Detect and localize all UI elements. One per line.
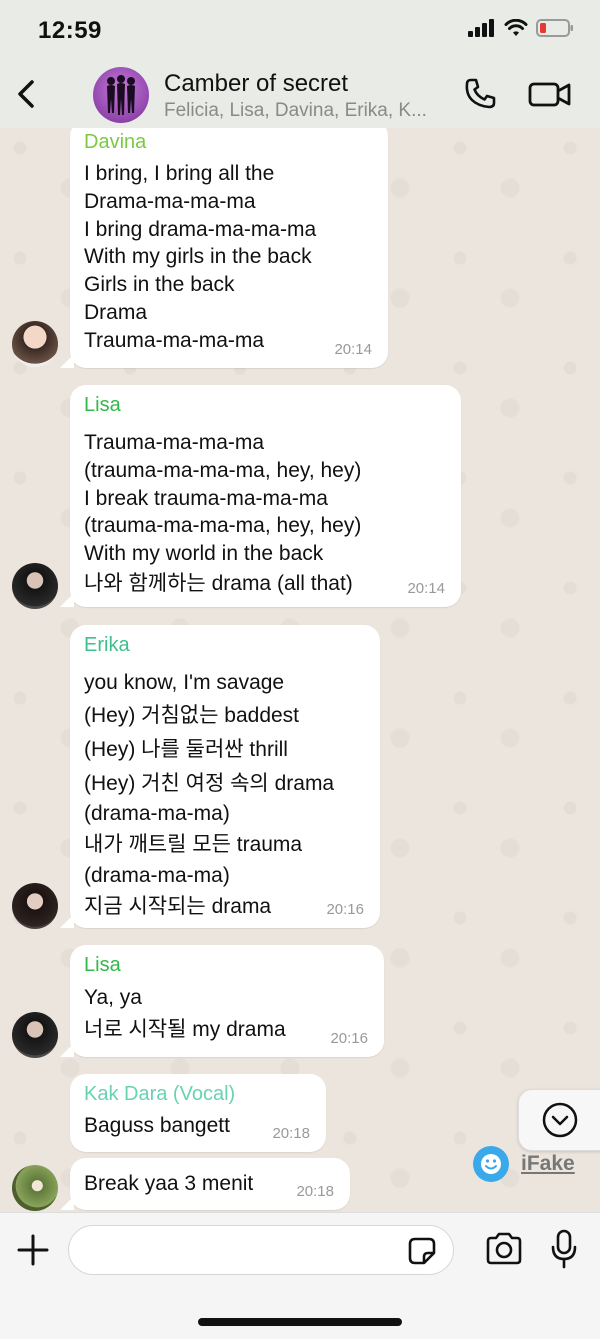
message-line: (drama-ma-ma): [84, 802, 230, 825]
message-time: 20:16: [326, 901, 364, 918]
message-line: With my girls in the back: [84, 245, 312, 269]
bubble-tail: [60, 914, 74, 928]
message-time: 20:18: [272, 1125, 310, 1142]
message-bubble[interactable]: Lisa Ya, ya 너로 시작될 my drama 20:16: [60, 945, 384, 1057]
message-time: 20:14: [407, 580, 445, 597]
sticker-icon[interactable]: [406, 1235, 438, 1267]
message-time: 20:14: [334, 341, 372, 358]
video-call-icon[interactable]: [528, 76, 572, 112]
phone-icon[interactable]: [462, 76, 498, 112]
microphone-icon[interactable]: [550, 1229, 578, 1269]
bubble-tail: [60, 593, 74, 607]
message-time: 20:16: [330, 1030, 368, 1047]
message-line: (drama-ma-ma): [84, 864, 230, 887]
sender-name: Erika: [84, 634, 130, 656]
status-bar: 12:59: [0, 0, 600, 62]
message-line: (Hey) 나를 둘러싼 thrill: [84, 738, 288, 761]
avatar[interactable]: [12, 883, 58, 929]
message-line: Trauma-ma-ma-ma: [84, 328, 265, 352]
chat-title[interactable]: Camber of secret: [164, 70, 348, 98]
message-line: (Hey) 거친 여정 속의 drama: [84, 772, 335, 795]
avatar[interactable]: [12, 563, 58, 609]
message-bubble[interactable]: Break yaa 3 menit 20:18: [60, 1158, 350, 1210]
message-line: 지금 시작되는 drama: [84, 895, 272, 918]
chat-members[interactable]: Felicia, Lisa, Davina, Erika, K...: [164, 100, 427, 122]
status-icons: [468, 18, 574, 38]
sender-name: Kak Dara (Vocal): [84, 1083, 236, 1105]
bubble-tail: [60, 1043, 74, 1057]
group-silhouettes: [107, 75, 135, 115]
ifake-logo: [473, 1146, 509, 1182]
message-line: (trauma-ma-ma-ma, hey, hey): [84, 458, 362, 482]
message-bubble[interactable]: Lisa Trauma-ma-ma-ma (trauma-ma-ma-ma, h…: [60, 385, 461, 607]
bubble-tail: [60, 1196, 74, 1210]
wifi-icon: [504, 19, 528, 36]
message-bubble[interactable]: Davina I bring, I bring all the Drama-ma…: [60, 128, 388, 368]
camera-icon[interactable]: [484, 1231, 524, 1267]
avatar[interactable]: [12, 1012, 58, 1058]
message-line: (trauma-ma-ma-ma, hey, hey): [84, 514, 362, 538]
message-line: 나와 함께하는 drama (all that): [84, 571, 353, 595]
smiley-icon: [481, 1154, 501, 1174]
message-line: (Hey) 거침없는 baddest: [84, 704, 300, 727]
chat-header: Camber of secret Felicia, Lisa, Davina, …: [0, 62, 600, 129]
message-bubble[interactable]: Erika you know, I'm savage (Hey) 거침없는 ba…: [60, 625, 380, 928]
message-bubble[interactable]: Kak Dara (Vocal) Baguss bangett 20:18: [70, 1074, 326, 1152]
chat-area[interactable]: Davina I bring, I bring all the Drama-ma…: [0, 128, 600, 1212]
message-line: Ya, ya: [84, 986, 142, 1009]
bubble-tail: [60, 354, 74, 368]
avatar[interactable]: [12, 1165, 58, 1211]
group-avatar[interactable]: [93, 67, 149, 123]
scroll-to-bottom-button[interactable]: [518, 1089, 600, 1151]
message-line: 내가 깨트릴 모든 trauma: [84, 833, 303, 856]
message-input[interactable]: [68, 1225, 454, 1275]
plus-icon[interactable]: [16, 1233, 50, 1267]
message-line: 너로 시작될 my drama: [84, 1018, 286, 1041]
sender-name: Lisa: [84, 394, 121, 416]
message-line: I break trauma-ma-ma-ma: [84, 486, 328, 510]
message-line: Drama-ma-ma-ma: [84, 189, 256, 213]
home-indicator[interactable]: [198, 1318, 402, 1326]
message-line: With my world in the back: [84, 542, 324, 566]
signal-icon: [468, 19, 494, 37]
ifake-label: iFake: [521, 1152, 575, 1175]
message-line: Trauma-ma-ma-ma: [84, 431, 265, 454]
ifake-watermark: iFake: [473, 1146, 575, 1182]
status-time: 12:59: [38, 17, 102, 44]
chevron-down-icon: [542, 1102, 578, 1138]
sender-name: Lisa: [84, 954, 121, 976]
message-line: I bring, I bring all the: [84, 162, 275, 185]
message-time: 20:18: [296, 1183, 334, 1200]
message-line: I bring drama-ma-ma-ma: [84, 217, 317, 241]
message-line: Drama: [84, 300, 148, 324]
sender-name: Davina: [84, 131, 147, 153]
avatar[interactable]: [12, 321, 58, 367]
back-icon[interactable]: [12, 76, 42, 112]
message-line: you know, I'm savage: [84, 671, 285, 694]
battery-icon: [536, 19, 573, 37]
message-line: Girls in the back: [84, 273, 235, 297]
